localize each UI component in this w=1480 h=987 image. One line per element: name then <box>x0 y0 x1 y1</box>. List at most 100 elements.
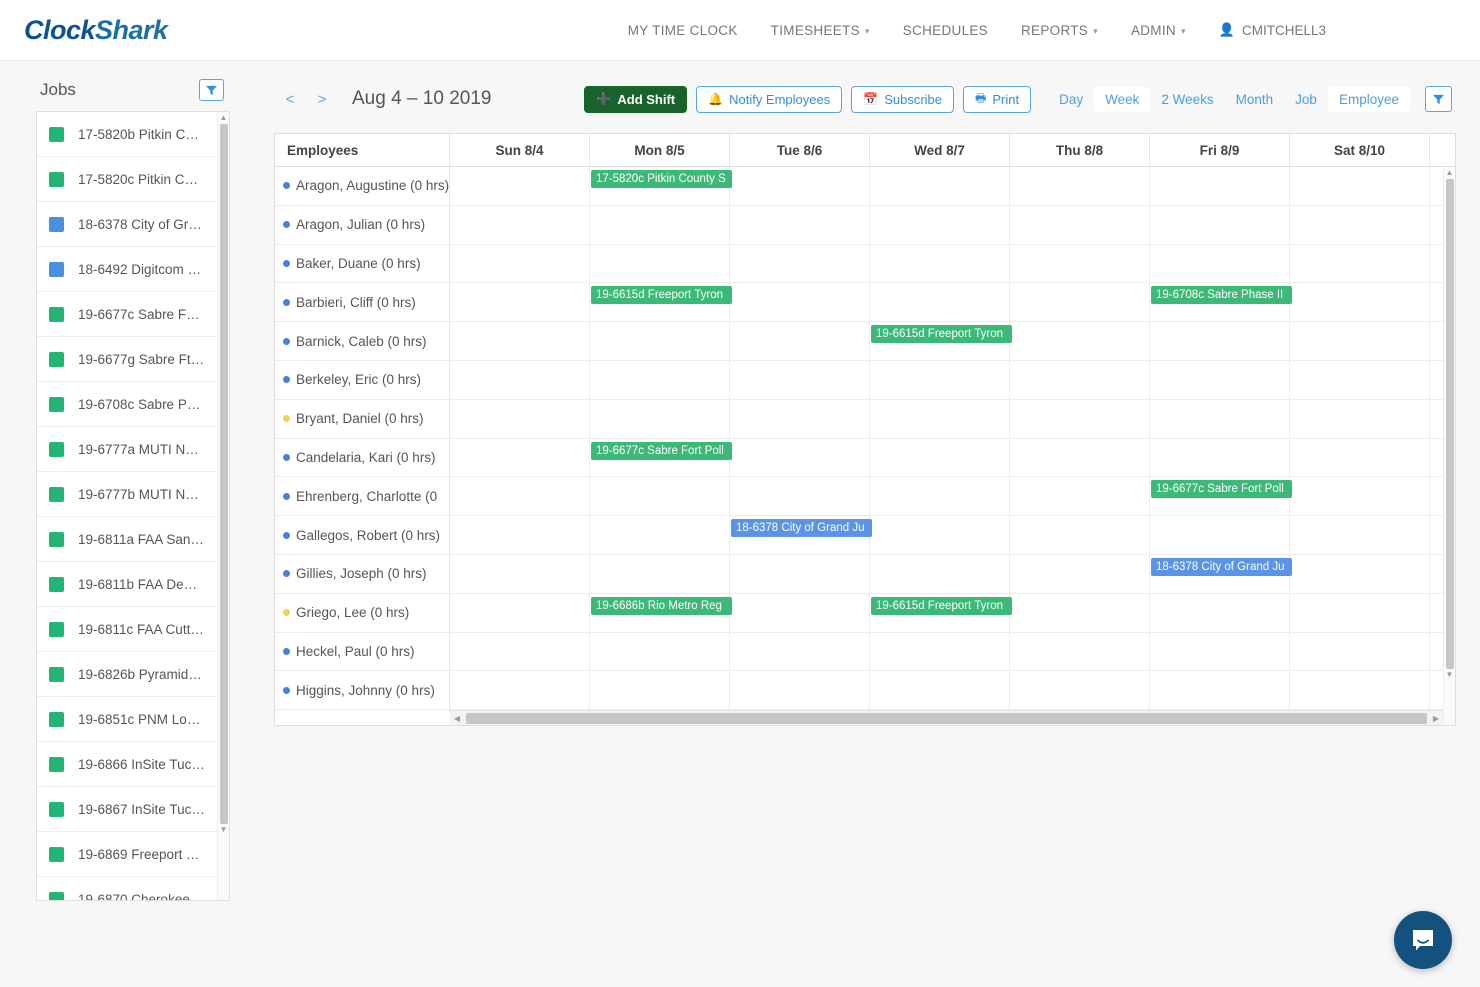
schedule-cell[interactable] <box>870 477 1010 515</box>
schedule-cell[interactable] <box>870 206 1010 244</box>
grid-vertical-scrollbar[interactable]: ▲ ▼ <box>1443 167 1455 725</box>
schedule-cell[interactable] <box>1010 283 1150 321</box>
nav-item-admin[interactable]: ADMIN▾ <box>1131 23 1186 38</box>
schedule-cell[interactable] <box>1010 594 1150 632</box>
schedule-cell[interactable] <box>450 633 590 671</box>
schedule-cell[interactable] <box>1290 516 1430 554</box>
shift-block[interactable]: 18-6378 City of Grand Ju <box>731 519 872 537</box>
schedule-cell[interactable]: 17-5820c Pitkin County S <box>590 167 730 205</box>
schedule-cell[interactable] <box>1150 361 1290 399</box>
view-toggle-job[interactable]: Job <box>1284 87 1328 112</box>
schedule-cell[interactable] <box>450 594 590 632</box>
schedule-cell[interactable] <box>450 516 590 554</box>
schedule-cell[interactable] <box>1150 206 1290 244</box>
schedule-cell[interactable]: 19-6615d Freeport Tyron <box>590 283 730 321</box>
schedule-cell[interactable] <box>1010 516 1150 554</box>
scrollbar-thumb[interactable] <box>1446 179 1454 669</box>
job-list-item[interactable]: 19-6826b Pyramid Ele... <box>37 652 217 697</box>
schedule-cell[interactable] <box>1290 477 1430 515</box>
job-list-item[interactable]: 19-6811a FAA Sand T... <box>37 517 217 562</box>
schedule-cell[interactable] <box>870 555 1010 593</box>
schedule-cell[interactable] <box>870 361 1010 399</box>
schedule-cell[interactable] <box>590 633 730 671</box>
grid-horizontal-scrollbar[interactable]: ◀ ▶ <box>450 710 1443 725</box>
jobs-list-scrollbar[interactable]: ▲ ▼ <box>217 112 229 900</box>
schedule-cell[interactable] <box>870 516 1010 554</box>
job-list-item[interactable]: 19-6867 InSite Tucso... <box>37 787 217 832</box>
employee-cell[interactable]: Barbieri, Cliff (0 hrs) <box>275 283 450 321</box>
shift-block[interactable]: 19-6677c Sabre Fort Poll <box>1151 480 1292 498</box>
schedule-cell[interactable]: 19-6708c Sabre Phase II <box>1150 283 1290 321</box>
schedule-cell[interactable] <box>1290 555 1430 593</box>
schedule-cell[interactable] <box>870 671 1010 709</box>
view-toggle-week[interactable]: Week <box>1094 87 1150 112</box>
schedule-cell[interactable]: 18-6378 City of Grand Ju <box>1150 555 1290 593</box>
employee-cell[interactable]: Kogan, Joel (0 hrs) <box>275 710 450 712</box>
nav-item-timesheets[interactable]: TIMESHEETS▾ <box>771 23 870 38</box>
schedule-cell[interactable] <box>1290 206 1430 244</box>
schedule-cell[interactable]: 19-6677c Sabre Fort Poll <box>590 439 730 477</box>
schedule-cell[interactable] <box>590 206 730 244</box>
schedule-cell[interactable] <box>1290 439 1430 477</box>
schedule-cell[interactable] <box>870 400 1010 438</box>
job-list-item[interactable]: 19-6851c PNM Looko... <box>37 697 217 742</box>
schedule-cell[interactable] <box>1010 477 1150 515</box>
schedule-cell[interactable] <box>450 671 590 709</box>
job-list-item[interactable]: 19-6811b FAA Demin... <box>37 562 217 607</box>
schedule-cell[interactable]: 19-6686b Rio Metro Reg <box>590 594 730 632</box>
schedule-cell[interactable] <box>1150 245 1290 283</box>
shift-block[interactable]: 19-6615d Freeport Tyron <box>591 286 732 304</box>
view-toggle-2-weeks[interactable]: 2 Weeks <box>1150 87 1224 112</box>
job-list-item[interactable]: 19-6677c Sabre Fort ... <box>37 292 217 337</box>
user-menu[interactable]: 👤CMITCHELL3 <box>1219 22 1326 38</box>
view-toggle-employee[interactable]: Employee <box>1328 87 1410 112</box>
shift-block[interactable]: 19-6686b Rio Metro Reg <box>591 597 732 615</box>
shift-block[interactable]: 19-6615d Freeport Tyron <box>871 325 1012 343</box>
scroll-up-arrow-icon[interactable]: ▲ <box>220 112 228 124</box>
employee-cell[interactable]: Heckel, Paul (0 hrs) <box>275 633 450 671</box>
job-list-item[interactable]: 19-6866 InSite Tucso... <box>37 742 217 787</box>
schedule-cell[interactable] <box>870 167 1010 205</box>
job-list-item[interactable]: 19-6869 Freeport Tyr... <box>37 832 217 877</box>
employee-cell[interactable]: Gallegos, Robert (0 hrs) <box>275 516 450 554</box>
schedule-cell[interactable] <box>450 477 590 515</box>
schedule-cell[interactable] <box>730 167 870 205</box>
shift-block[interactable]: 19-6615d Freeport Tyron <box>871 597 1012 615</box>
schedule-cell[interactable] <box>590 400 730 438</box>
view-toggle-day[interactable]: Day <box>1048 87 1094 112</box>
schedule-cell[interactable] <box>730 361 870 399</box>
schedule-cell[interactable] <box>730 439 870 477</box>
shift-block[interactable]: 19-6708c Sabre Phase II <box>1151 286 1292 304</box>
schedule-cell[interactable] <box>1150 439 1290 477</box>
schedule-cell[interactable] <box>450 283 590 321</box>
previous-week-button[interactable]: < <box>274 91 306 108</box>
job-list-item[interactable]: 18-6492 Digitcom La ... <box>37 247 217 292</box>
print-button[interactable]: 🖶 Print <box>963 86 1031 113</box>
job-list-item[interactable]: 19-6677g Sabre Ft. Po... <box>37 337 217 382</box>
schedule-cell[interactable]: 19-6615d Freeport Tyron <box>870 594 1010 632</box>
employee-cell[interactable]: Candelaria, Kari (0 hrs) <box>275 439 450 477</box>
schedule-cell[interactable] <box>450 206 590 244</box>
schedule-cell[interactable] <box>870 245 1010 283</box>
schedule-cell[interactable] <box>730 322 870 360</box>
schedule-cell[interactable] <box>1150 594 1290 632</box>
schedule-cell[interactable] <box>1010 167 1150 205</box>
scrollbar-thumb[interactable] <box>466 713 1427 724</box>
next-week-button[interactable]: > <box>306 91 338 108</box>
schedule-cell[interactable] <box>730 283 870 321</box>
nav-item-reports[interactable]: REPORTS▾ <box>1021 23 1098 38</box>
employee-cell[interactable]: Ehrenberg, Charlotte (0 <box>275 477 450 515</box>
schedule-cell[interactable] <box>450 555 590 593</box>
schedule-cell[interactable] <box>1290 671 1430 709</box>
scroll-left-arrow-icon[interactable]: ◀ <box>450 714 464 723</box>
schedule-cell[interactable] <box>1010 555 1150 593</box>
schedule-cell[interactable] <box>1010 322 1150 360</box>
schedule-cell[interactable] <box>730 245 870 283</box>
scroll-down-arrow-icon[interactable]: ▼ <box>220 824 228 836</box>
chat-launcher-button[interactable] <box>1394 911 1452 969</box>
schedule-filter-button[interactable] <box>1425 86 1452 112</box>
schedule-cell[interactable]: 18-6378 City of Grand Ju <box>730 516 870 554</box>
schedule-cell[interactable] <box>1010 671 1150 709</box>
employee-cell[interactable]: Bryant, Daniel (0 hrs) <box>275 400 450 438</box>
notify-employees-button[interactable]: 🔔 Notify Employees <box>696 86 842 113</box>
